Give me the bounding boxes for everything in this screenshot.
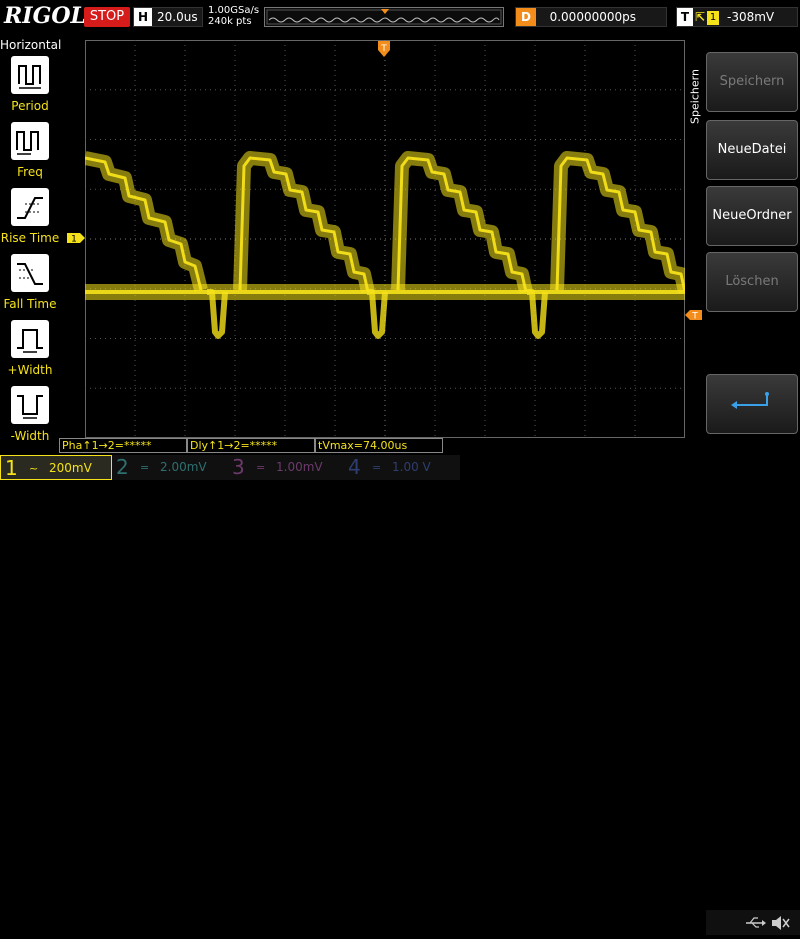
period-label: Period (11, 99, 49, 113)
ch1-cycle (391, 151, 533, 294)
channel-1-setting[interactable]: 1 ~ 200mV (0, 455, 112, 480)
timebase-readout[interactable]: H 20.0us (133, 7, 203, 27)
trigger-readout[interactable]: T ⇱ 1 -308mV (676, 7, 798, 27)
delay-readout[interactable]: D 0.00000000ps (515, 7, 667, 27)
usb-icon (746, 917, 766, 928)
positive-width-icon (11, 320, 49, 358)
rise-time-icon (11, 188, 49, 226)
period-icon (11, 56, 49, 94)
return-button[interactable] (706, 374, 798, 434)
channel-bar: 1 ~ 200mV 2 = 2.00mV 3 = 1.00mV 4 = 1.00… (0, 455, 800, 935)
timebase-value: 20.0us (157, 10, 198, 24)
ch1-ramp (85, 151, 208, 292)
channel-2-number: 2 (116, 455, 129, 479)
return-arrow-icon (731, 392, 769, 409)
save-softkey-menu: Speichern Speichern NeueDatei NeueOrdner… (686, 40, 800, 438)
measure-fall-time-button[interactable]: Fall Time (0, 254, 60, 318)
measure-period-button[interactable]: Period (0, 56, 60, 120)
rise-time-label: Rise Time (0, 231, 60, 245)
rising-edge-icon: ⇱ (694, 10, 706, 24)
phase-measurement[interactable]: Pha↑1→2=***** (59, 438, 187, 453)
positive-width-label: +Width (7, 363, 53, 377)
channel-2-coupling: = (140, 461, 150, 474)
memory-overview-bar (264, 7, 504, 27)
memory-depth: 240k pts (208, 16, 252, 27)
run-stop-status[interactable]: STOP (84, 7, 130, 27)
ch1-cycle (550, 151, 685, 294)
channel-1-scale: 200mV (49, 461, 92, 475)
rigol-logo: RIGOL (4, 3, 86, 29)
waveform-display[interactable] (85, 40, 685, 438)
new-file-button[interactable]: NeueDatei (706, 120, 798, 180)
negative-width-icon (11, 386, 49, 424)
ch1-waveform (85, 151, 685, 339)
measure-negative-width-button[interactable]: -Width (0, 386, 60, 450)
trigger-key: T (677, 8, 693, 26)
trigger-source: 1 (707, 11, 719, 25)
memory-overview-waveform (266, 9, 502, 25)
ch1-ramp-core (85, 156, 203, 291)
horizontal-measure-menu: Horizontal Period Freq Rise Time Fall Ti… (0, 36, 62, 443)
status-icons (706, 910, 800, 935)
ch1-ground-marker[interactable]: 1 (66, 232, 86, 244)
channel-3-coupling: = (256, 461, 266, 474)
tvmax-measurement[interactable]: tVmax=74.00us (315, 438, 443, 453)
channel-4-setting[interactable]: 4 = 1.00 V (344, 455, 460, 480)
freq-label: Freq (17, 165, 43, 179)
ch1-ground-text: 1 (71, 235, 77, 245)
fall-time-label: Fall Time (3, 297, 57, 311)
channel-3-scale: 1.00mV (276, 460, 323, 474)
delay-measurement[interactable]: Dly↑1→2=***** (187, 438, 315, 453)
channel-4-number: 4 (348, 455, 361, 479)
fall-time-icon (11, 254, 49, 292)
measure-positive-width-button[interactable]: +Width (0, 320, 60, 384)
delay-key: D (516, 8, 536, 26)
menu-tab: Speichern (686, 40, 704, 160)
channel-4-scale: 1.00 V (392, 460, 431, 474)
freq-icon (11, 122, 49, 160)
timebase-key: H (134, 8, 152, 26)
trigger-position-text: T (380, 44, 387, 54)
delay-value: 0.00000000ps (549, 10, 636, 24)
trigger-level: -308mV (727, 10, 775, 24)
negative-width-label: -Width (10, 429, 50, 443)
measure-freq-button[interactable]: Freq (0, 122, 60, 186)
measure-rise-time-button[interactable]: Rise Time (0, 188, 60, 252)
new-folder-button[interactable]: NeueOrdner (706, 186, 798, 246)
delete-button[interactable]: Löschen (706, 252, 798, 312)
acquisition-info: 1.00GSa/s 240k pts (208, 5, 259, 27)
channel-1-number: 1 (5, 456, 18, 480)
top-status-bar: RIGOL STOP H 20.0us 1.00GSa/s 240k pts D0… (0, 0, 800, 36)
channel-4-coupling: = (372, 461, 382, 474)
menu-title: Horizontal (0, 38, 62, 52)
channel-2-setting[interactable]: 2 = 2.00mV (112, 455, 228, 480)
ch1-cycle (233, 151, 375, 294)
sample-rate: 1.00GSa/s (208, 5, 260, 16)
channel-3-setting[interactable]: 3 = 1.00mV (228, 455, 344, 480)
speaker-muted-icon[interactable] (772, 916, 790, 930)
channel-3-number: 3 (232, 455, 245, 479)
channel-2-scale: 2.00mV (160, 460, 207, 474)
channel-1-coupling: ~ (29, 462, 39, 475)
trigger-position-marker[interactable]: T (377, 40, 391, 58)
menu-tab-label: Speichern (688, 69, 702, 124)
save-button[interactable]: Speichern (706, 52, 798, 112)
